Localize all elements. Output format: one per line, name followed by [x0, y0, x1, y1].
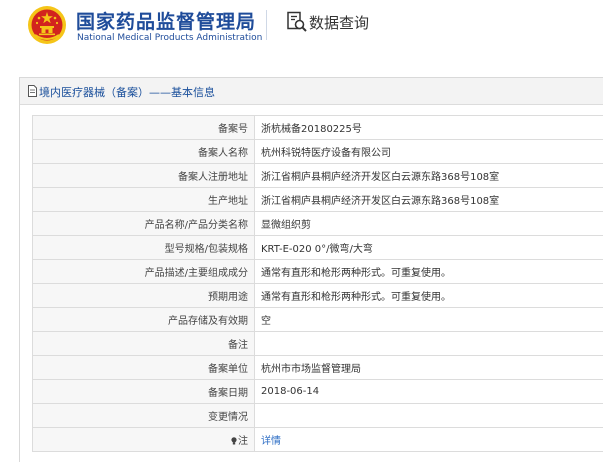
basic-info-panel: 境内医疗器械（备案）——基本信息 备案号 浙杭械备20180225号 备案人名称… — [19, 77, 603, 462]
row-value: 浙江省桐庐县桐庐经济开发区白云源东路368号108室 — [254, 163, 603, 188]
row-label: 预期用途 — [32, 283, 255, 308]
row-label: 生产地址 — [32, 187, 255, 212]
table-row: 产品描述/主要组成成分 通常有直形和枪形两种形式。可重复使用。 — [32, 259, 603, 284]
query-title: 数据查询 — [309, 14, 370, 32]
table-row: 备注 — [32, 331, 603, 356]
org-name-cn: 国家药品监督管理局 — [76, 11, 257, 33]
table-row: 预期用途 通常有直形和枪形两种形式。可重复使用。 — [32, 283, 603, 308]
row-value: 杭州科锐特医疗设备有限公司 — [254, 139, 603, 164]
panel-title-bar: 境内医疗器械（备案）——基本信息 — [20, 78, 603, 105]
table-row: 生产地址 浙江省桐庐县桐庐经济开发区白云源东路368号108室 — [32, 187, 603, 212]
row-label: 产品名称/产品分类名称 — [32, 211, 255, 236]
row-value: 浙杭械备20180225号 — [254, 115, 603, 140]
row-label: 备案号 — [32, 115, 255, 140]
site-header: 国家药品监督管理局 National Medical Products Admi… — [0, 0, 603, 62]
org-name-en: National Medical Products Administration — [77, 33, 263, 43]
row-value: 空 — [254, 307, 603, 332]
note-row-label: 注 — [32, 427, 255, 452]
header-divider — [266, 10, 267, 40]
row-label: 备注 — [32, 331, 255, 356]
table-row: 产品名称/产品分类名称 显微组织剪 — [32, 211, 603, 236]
table-row: 备案日期 2018-06-14 — [32, 379, 603, 404]
national-emblem-icon — [28, 6, 66, 44]
row-value: 通常有直形和枪形两种形式。可重复使用。 — [254, 283, 603, 308]
info-table: 备案号 浙杭械备20180225号 备案人名称 杭州科锐特医疗设备有限公司 备案… — [32, 115, 603, 452]
row-label: 型号规格/包装规格 — [32, 235, 255, 260]
row-value: 杭州市市场监督管理局 — [254, 355, 603, 380]
row-value — [254, 331, 603, 356]
row-label: 产品描述/主要组成成分 — [32, 259, 255, 284]
table-row: 注 详情 — [32, 427, 603, 452]
row-value: 浙江省桐庐县桐庐经济开发区白云源东路368号108室 — [254, 187, 603, 212]
row-value — [254, 403, 603, 428]
table-row: 变更情况 — [32, 403, 603, 428]
table-row: 产品存储及有效期 空 — [32, 307, 603, 332]
table-row: 型号规格/包装规格 KRT-E-020 0°/微弯/大弯 — [32, 235, 603, 260]
row-value: KRT-E-020 0°/微弯/大弯 — [254, 235, 603, 260]
table-row: 备案人名称 杭州科锐特医疗设备有限公司 — [32, 139, 603, 164]
note-row-value: 详情 — [254, 427, 603, 452]
row-label: 备案日期 — [32, 379, 255, 404]
row-label: 变更情况 — [32, 403, 255, 428]
row-label: 产品存储及有效期 — [32, 307, 255, 332]
panel-title: 境内医疗器械（备案）——基本信息 — [39, 86, 215, 99]
table-row: 备案人注册地址 浙江省桐庐县桐庐经济开发区白云源东路368号108室 — [32, 163, 603, 188]
row-value: 通常有直形和枪形两种形式。可重复使用。 — [254, 259, 603, 284]
document-icon — [28, 85, 37, 97]
table-row: 备案号 浙杭械备20180225号 — [32, 115, 603, 140]
row-label: 备案人注册地址 — [32, 163, 255, 188]
table-row: 备案单位 杭州市市场监督管理局 — [32, 355, 603, 380]
note-label-text: 注 — [238, 436, 248, 447]
row-value: 2018-06-14 — [254, 379, 603, 404]
lightbulb-icon — [231, 437, 237, 445]
details-link[interactable]: 详情 — [261, 436, 281, 447]
document-search-icon — [287, 11, 307, 32]
row-label: 备案人名称 — [32, 139, 255, 164]
row-value: 显微组织剪 — [254, 211, 603, 236]
row-label: 备案单位 — [32, 355, 255, 380]
